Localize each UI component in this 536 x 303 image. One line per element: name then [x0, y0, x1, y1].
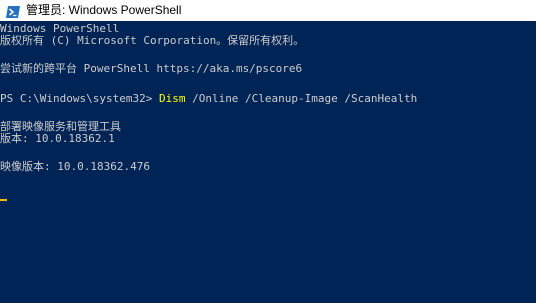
output-line-version: 版本: 10.0.18362.1 [0, 132, 115, 145]
command-line: PS C:\Windows\system32> Dism /Online /Cl… [0, 93, 417, 105]
window-title: 管理员: Windows PowerShell [26, 3, 182, 17]
command-arguments: /Online /Cleanup-Image /ScanHealth [185, 92, 418, 105]
output-line-image-version: 映像版本: 10.0.18362.476 [0, 160, 150, 173]
text-cursor [0, 199, 7, 201]
prompt-text: PS C:\Windows\system32> [0, 92, 159, 105]
title-bar[interactable]: 管理员: Windows PowerShell [0, 0, 536, 21]
console-area[interactable]: Windows PowerShell 版权所有 (C) Microsoft Co… [0, 21, 536, 303]
powershell-icon [6, 5, 20, 18]
console-line-pscore: 尝试新的跨平台 PowerShell https://aka.ms/pscore… [0, 62, 303, 75]
console-line-copyright: 版权所有 (C) Microsoft Corporation。保留所有权利。 [0, 34, 305, 47]
command-name: Dism [158, 92, 186, 105]
powershell-window: 管理员: Windows PowerShell Windows PowerShe… [0, 0, 536, 303]
